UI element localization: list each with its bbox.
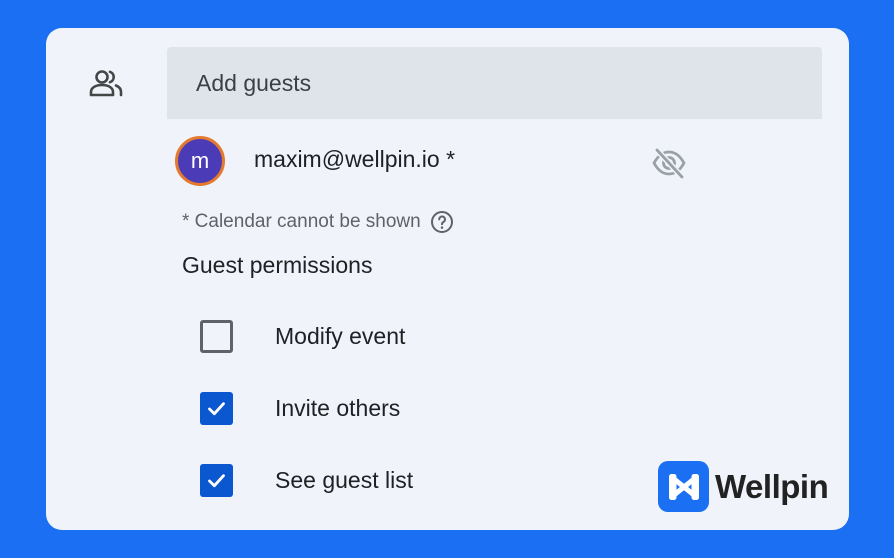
avatar-initial: m: [190, 148, 210, 173]
see-guest-list-checkbox[interactable]: [200, 464, 233, 497]
brand-name: Wellpin: [715, 467, 829, 505]
permission-invite-others[interactable]: Invite others: [200, 392, 400, 425]
wellpin-logo-icon: [658, 461, 709, 512]
permission-label: Modify event: [275, 323, 406, 349]
permission-label: Invite others: [275, 395, 401, 421]
guest-permissions-title: Guest permissions: [182, 252, 373, 278]
add-guests-input[interactable]: [167, 47, 822, 119]
brand-watermark: Wellpin: [658, 461, 829, 512]
calendar-note-text: * Calendar cannot be shown: [182, 211, 421, 232]
calendar-note: * Calendar cannot be shown: [182, 210, 454, 234]
permission-modify-event[interactable]: Modify event: [200, 320, 405, 353]
permission-see-guest-list[interactable]: See guest list: [200, 464, 413, 497]
permission-label: See guest list: [275, 467, 414, 493]
guest-panel: m maxim@wellpin.io * * Calendar cannot b…: [46, 28, 849, 530]
people-icon: [89, 70, 123, 97]
help-icon[interactable]: [430, 210, 454, 234]
modify-event-checkbox[interactable]: [200, 320, 233, 353]
checkmark-icon: [208, 402, 225, 416]
visibility-off-icon[interactable]: [651, 145, 687, 181]
checkmark-icon: [208, 474, 225, 488]
avatar: m: [175, 136, 225, 186]
guest-email[interactable]: maxim@wellpin.io *: [254, 146, 455, 173]
invite-others-checkbox[interactable]: [200, 392, 233, 425]
